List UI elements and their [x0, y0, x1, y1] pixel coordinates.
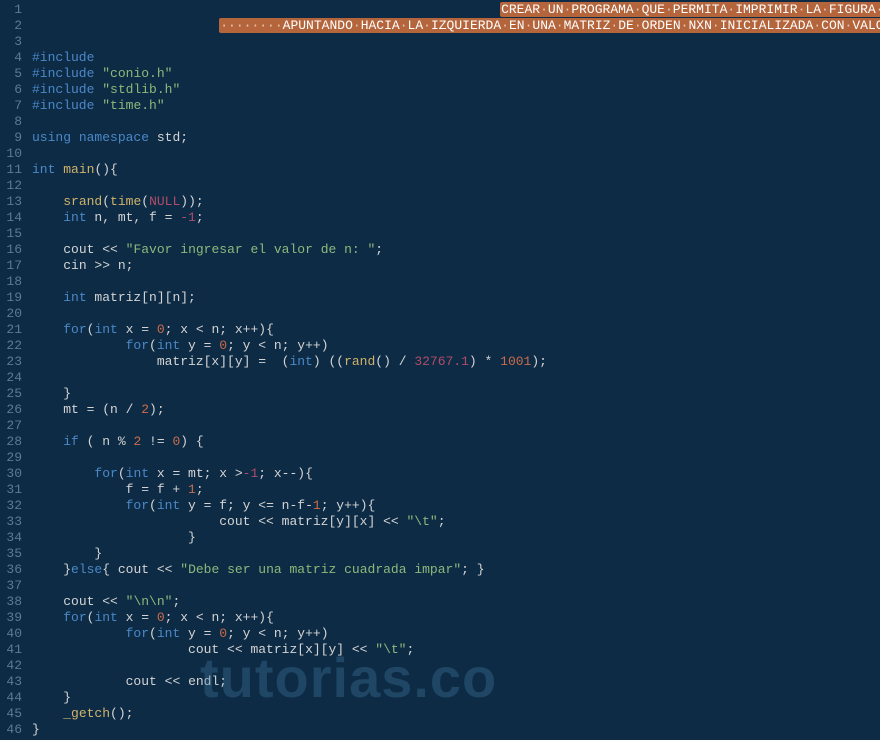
line-number: 11	[0, 162, 22, 178]
code-line: for(int y = 0; y < n; y++)	[32, 338, 880, 354]
line-number: 35	[0, 546, 22, 562]
line-number: 18	[0, 274, 22, 290]
line-number: 37	[0, 578, 22, 594]
code-line	[32, 306, 880, 322]
code-line	[32, 578, 880, 594]
code-line: matriz[x][y] = (int) ((rand() / 32767.1)…	[32, 354, 880, 370]
code-line: #include "conio.h"	[32, 66, 880, 82]
code-line: #include	[32, 50, 880, 66]
code-line: cout << endl;	[32, 674, 880, 690]
line-number: 42	[0, 658, 22, 674]
code-line	[32, 146, 880, 162]
code-line	[32, 370, 880, 386]
code-line	[32, 114, 880, 130]
line-number: 31	[0, 482, 22, 498]
code-line	[32, 226, 880, 242]
code-line: int matriz[n][n];	[32, 290, 880, 306]
line-number: 1	[0, 2, 22, 18]
code-line	[32, 418, 880, 434]
code-line: }	[32, 690, 880, 706]
code-line	[32, 178, 880, 194]
line-number-gutter: 1234567891011121314151617181920212223242…	[0, 2, 32, 738]
code-line: CREAR·UN·PROGRAMA·QUE·PERMITA·IMPRIMIR·L…	[32, 2, 880, 18]
line-number: 27	[0, 418, 22, 434]
line-number: 28	[0, 434, 22, 450]
line-number: 9	[0, 130, 22, 146]
code-line: _getch();	[32, 706, 880, 722]
code-line: if ( n % 2 != 0) {	[32, 434, 880, 450]
code-line: for(int x = 0; x < n; x++){	[32, 610, 880, 626]
code-line: cout << "Favor ingresar el valor de n: "…	[32, 242, 880, 258]
code-line	[32, 34, 880, 50]
line-number: 36	[0, 562, 22, 578]
line-number: 33	[0, 514, 22, 530]
line-number: 20	[0, 306, 22, 322]
line-number: 44	[0, 690, 22, 706]
code-line: for(int y = 0; y < n; y++)	[32, 626, 880, 642]
line-number: 22	[0, 338, 22, 354]
line-number: 24	[0, 370, 22, 386]
code-line: }	[32, 530, 880, 546]
line-number: 17	[0, 258, 22, 274]
line-number: 16	[0, 242, 22, 258]
code-line: int n, mt, f = -1;	[32, 210, 880, 226]
line-number: 34	[0, 530, 22, 546]
line-number: 39	[0, 610, 22, 626]
code-line: using namespace std;	[32, 130, 880, 146]
line-number: 4	[0, 50, 22, 66]
line-number: 41	[0, 642, 22, 658]
line-number: 38	[0, 594, 22, 610]
code-line: cout << matriz[y][x] << "\t";	[32, 514, 880, 530]
line-number: 5	[0, 66, 22, 82]
code-line: srand(time(NULL));	[32, 194, 880, 210]
code-line: }else{ cout << "Debe ser una matriz cuad…	[32, 562, 880, 578]
line-number: 12	[0, 178, 22, 194]
code-line: #include "time.h"	[32, 98, 880, 114]
code-line	[32, 450, 880, 466]
line-number: 25	[0, 386, 22, 402]
code-line: cout << matriz[x][y] << "\t";	[32, 642, 880, 658]
line-number: 23	[0, 354, 22, 370]
line-number: 6	[0, 82, 22, 98]
line-number: 40	[0, 626, 22, 642]
line-number: 46	[0, 722, 22, 738]
line-number: 26	[0, 402, 22, 418]
code-line	[32, 274, 880, 290]
code-line: ········APUNTANDO·HACIA·LA·IZQUIERDA·EN·…	[32, 18, 880, 34]
code-line: }	[32, 546, 880, 562]
code-line: }	[32, 386, 880, 402]
code-line: mt = (n / 2);	[32, 402, 880, 418]
line-number: 3	[0, 34, 22, 50]
line-number: 8	[0, 114, 22, 130]
line-number: 45	[0, 706, 22, 722]
line-number: 43	[0, 674, 22, 690]
code-line: int main(){	[32, 162, 880, 178]
code-line: for(int x = 0; x < n; x++){	[32, 322, 880, 338]
line-number: 29	[0, 450, 22, 466]
line-number: 30	[0, 466, 22, 482]
code-line: cin >> n;	[32, 258, 880, 274]
code-editor: 1234567891011121314151617181920212223242…	[0, 0, 880, 740]
code-line: #include "stdlib.h"	[32, 82, 880, 98]
line-number: 10	[0, 146, 22, 162]
code-line: for(int x = mt; x >-1; x--){	[32, 466, 880, 482]
line-number: 19	[0, 290, 22, 306]
line-number: 2	[0, 18, 22, 34]
code-line	[32, 658, 880, 674]
code-line: for(int y = f; y <= n-f-1; y++){	[32, 498, 880, 514]
line-number: 14	[0, 210, 22, 226]
line-number: 32	[0, 498, 22, 514]
code-area[interactable]: CREAR·UN·PROGRAMA·QUE·PERMITA·IMPRIMIR·L…	[32, 2, 880, 738]
line-number: 7	[0, 98, 22, 114]
code-line: f = f + 1;	[32, 482, 880, 498]
line-number: 21	[0, 322, 22, 338]
code-line: cout << "\n\n";	[32, 594, 880, 610]
line-number: 13	[0, 194, 22, 210]
code-line: }	[32, 722, 880, 738]
line-number: 15	[0, 226, 22, 242]
